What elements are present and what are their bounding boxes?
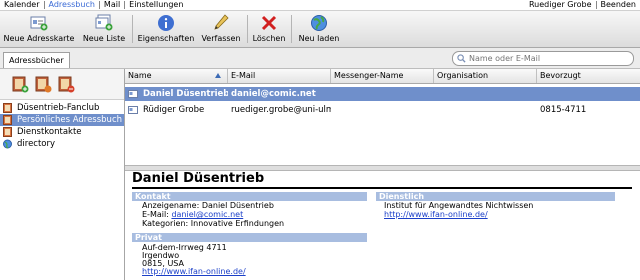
detail-work-url[interactable]: http://www.ifan-online.de/ xyxy=(384,210,488,219)
search-box[interactable] xyxy=(452,51,634,66)
menu-kalender[interactable]: Kalender xyxy=(0,0,44,10)
addressbook-label: Dienstkontakte xyxy=(17,127,82,137)
reload-button[interactable]: Neu laden xyxy=(294,11,344,47)
contact-email: daniel@comic.net xyxy=(231,89,316,99)
detail-private-url[interactable]: http://www.ifan-online.de/ xyxy=(142,267,246,276)
delete-label: Löschen xyxy=(252,34,286,43)
list-header: Name E-Mail Messenger-Name Organisation … xyxy=(125,69,640,84)
contact-card-icon xyxy=(128,90,138,98)
info-icon xyxy=(158,15,174,31)
new-card-icon xyxy=(30,16,48,31)
addressbook-icon xyxy=(3,127,12,137)
subscribe-addressbook-icon[interactable] xyxy=(34,75,52,93)
contact-name: Rüdiger Grobe xyxy=(143,105,205,115)
detail-contact-name: Daniel Düsentrieb xyxy=(132,171,265,186)
delete-button[interactable]: Löschen xyxy=(250,11,288,47)
column-header-organisation[interactable]: Organisation xyxy=(434,69,537,83)
search-input[interactable] xyxy=(469,52,624,65)
contact-messenger xyxy=(334,103,434,117)
remove-addressbook-icon[interactable] xyxy=(57,75,75,93)
addressbook-label: Persönliches Adressbuch xyxy=(17,115,123,125)
column-header-email[interactable]: E-Mail xyxy=(228,69,331,83)
contact-detail: Daniel Düsentrieb Kontakt Anzeigename: D… xyxy=(125,171,640,280)
addressbook-icon xyxy=(3,115,12,125)
menu-adressbuch[interactable]: Adressbuch xyxy=(45,0,99,10)
contact-organisation xyxy=(437,103,537,117)
new-card-button[interactable]: Neue Adresskarte xyxy=(0,11,78,47)
toolbar-separator xyxy=(247,15,248,43)
new-list-label: Neue Liste xyxy=(82,34,126,43)
pencil-icon xyxy=(214,14,229,30)
menu-bar: Kalender Adressbuch Mail Einstellungen R… xyxy=(0,0,640,11)
contact-name: Daniel Düsentrieb xyxy=(143,89,228,99)
section-header-work: Dienstlich xyxy=(376,192,615,201)
addressbook-sidebar: Düsentrieb-Fanclub Persönliches Adressbu… xyxy=(0,69,125,280)
contact-preferred: 0815-4711 xyxy=(540,105,587,115)
contact-email: ruediger.grobe@uni-ulm xyxy=(231,105,331,115)
addressbook-item[interactable]: directory xyxy=(0,138,124,150)
sidebar-toolbar xyxy=(0,69,124,100)
addressbook-label: directory xyxy=(17,139,56,149)
addressbook-item[interactable]: Dienstkontakte xyxy=(0,126,124,138)
column-header-name[interactable]: Name xyxy=(125,69,228,83)
menu-einstellungen[interactable]: Einstellungen xyxy=(125,0,187,10)
detail-email-label: E-Mail: xyxy=(142,210,169,219)
toolbar-separator xyxy=(291,15,292,43)
new-list-icon xyxy=(95,14,113,31)
delete-x-icon xyxy=(261,15,277,31)
contact-card-icon xyxy=(128,106,138,114)
logout-link[interactable]: Beenden xyxy=(597,0,640,10)
menu-mail[interactable]: Mail xyxy=(100,0,124,10)
reload-label: Neu laden xyxy=(298,34,340,43)
section-header-private: Privat xyxy=(132,233,367,242)
properties-button[interactable]: Eigenschaften xyxy=(135,11,197,47)
detail-categories: Kategorien: Innovative Erfindungen xyxy=(142,219,285,228)
addressbook-label: Düsentrieb-Fanclub xyxy=(17,103,100,113)
contact-list: Name E-Mail Messenger-Name Organisation … xyxy=(125,69,640,165)
globe-icon xyxy=(3,139,12,149)
new-card-label: Neue Adresskarte xyxy=(3,34,75,43)
column-header-label: E-Mail xyxy=(231,71,256,80)
toolbar: Neue Adresskarte Neue Liste Eigenschafte… xyxy=(0,11,640,48)
detail-email-line: E-Mail: daniel@comic.net xyxy=(142,210,243,219)
toolbar-separator xyxy=(132,15,133,43)
contact-messenger xyxy=(334,87,434,101)
column-header-label: Bevorzugt xyxy=(540,71,581,80)
contact-row[interactable]: Rüdiger Grobe ruediger.grobe@uni-ulm 081… xyxy=(125,103,640,117)
new-addressbook-icon[interactable] xyxy=(11,75,29,93)
detail-organisation: Institut für Angewandtes Nichtwissen xyxy=(384,201,534,210)
column-header-label: Messenger-Name xyxy=(334,71,404,80)
contact-preferred xyxy=(540,87,640,101)
addressbook-list: Düsentrieb-Fanclub Persönliches Adressbu… xyxy=(0,102,124,150)
new-list-button[interactable]: Neue Liste xyxy=(80,11,128,47)
tab-addressbooks[interactable]: Adressbücher xyxy=(3,52,70,68)
column-header-messenger[interactable]: Messenger-Name xyxy=(331,69,434,83)
search-icon xyxy=(457,54,466,63)
addressbook-icon xyxy=(3,103,12,113)
user-name: Ruediger Grobe xyxy=(528,0,592,9)
sort-ascending-icon xyxy=(215,73,221,78)
column-header-preferred[interactable]: Bevorzugt xyxy=(537,69,640,83)
properties-label: Eigenschaften xyxy=(137,34,195,43)
addressbook-item[interactable]: Düsentrieb-Fanclub xyxy=(0,102,124,114)
detail-divider xyxy=(132,187,632,189)
search-row: Adressbücher xyxy=(0,48,640,69)
contact-row-selected[interactable]: Daniel Düsentrieb daniel@comic.net xyxy=(125,87,640,101)
compose-label: Verfassen xyxy=(201,34,241,43)
column-header-label: Organisation xyxy=(437,71,489,80)
detail-email-link[interactable]: daniel@comic.net xyxy=(171,210,243,219)
column-header-label: Name xyxy=(128,71,152,80)
contact-organisation xyxy=(437,87,537,101)
compose-button[interactable]: Verfassen xyxy=(198,11,244,47)
addressbook-item-selected[interactable]: Persönliches Adressbuch xyxy=(0,114,124,126)
globe-reload-icon xyxy=(311,15,327,31)
detail-display-name: Anzeigename: Daniel Düsentrieb xyxy=(142,201,274,210)
section-header-contact: Kontakt xyxy=(132,192,367,201)
